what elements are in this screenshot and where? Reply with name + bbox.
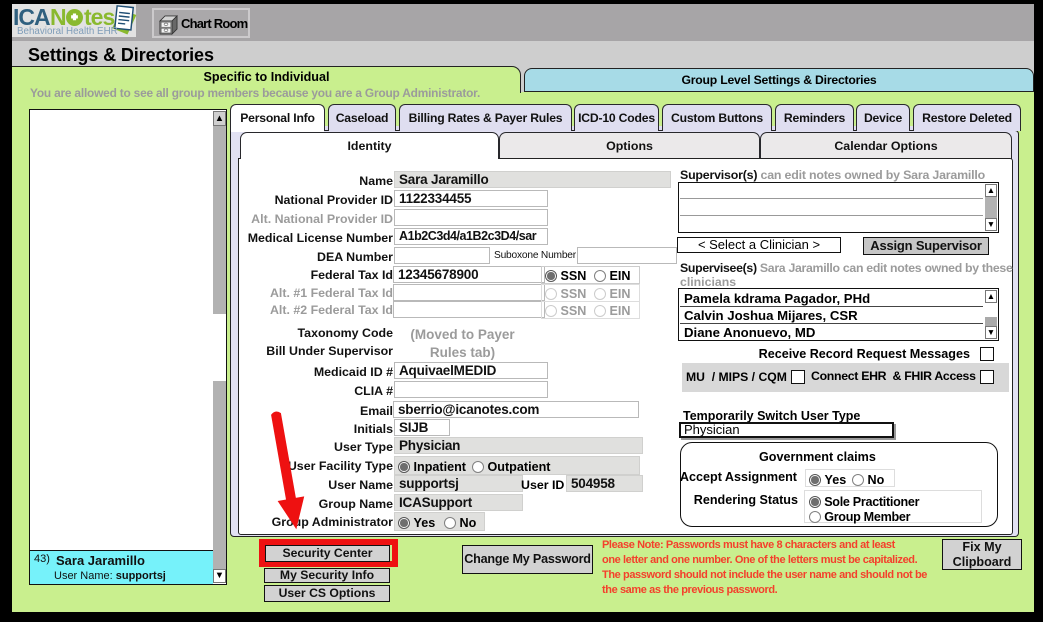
- svg-text:Behavioral Health EHR: Behavioral Health EHR: [17, 26, 118, 37]
